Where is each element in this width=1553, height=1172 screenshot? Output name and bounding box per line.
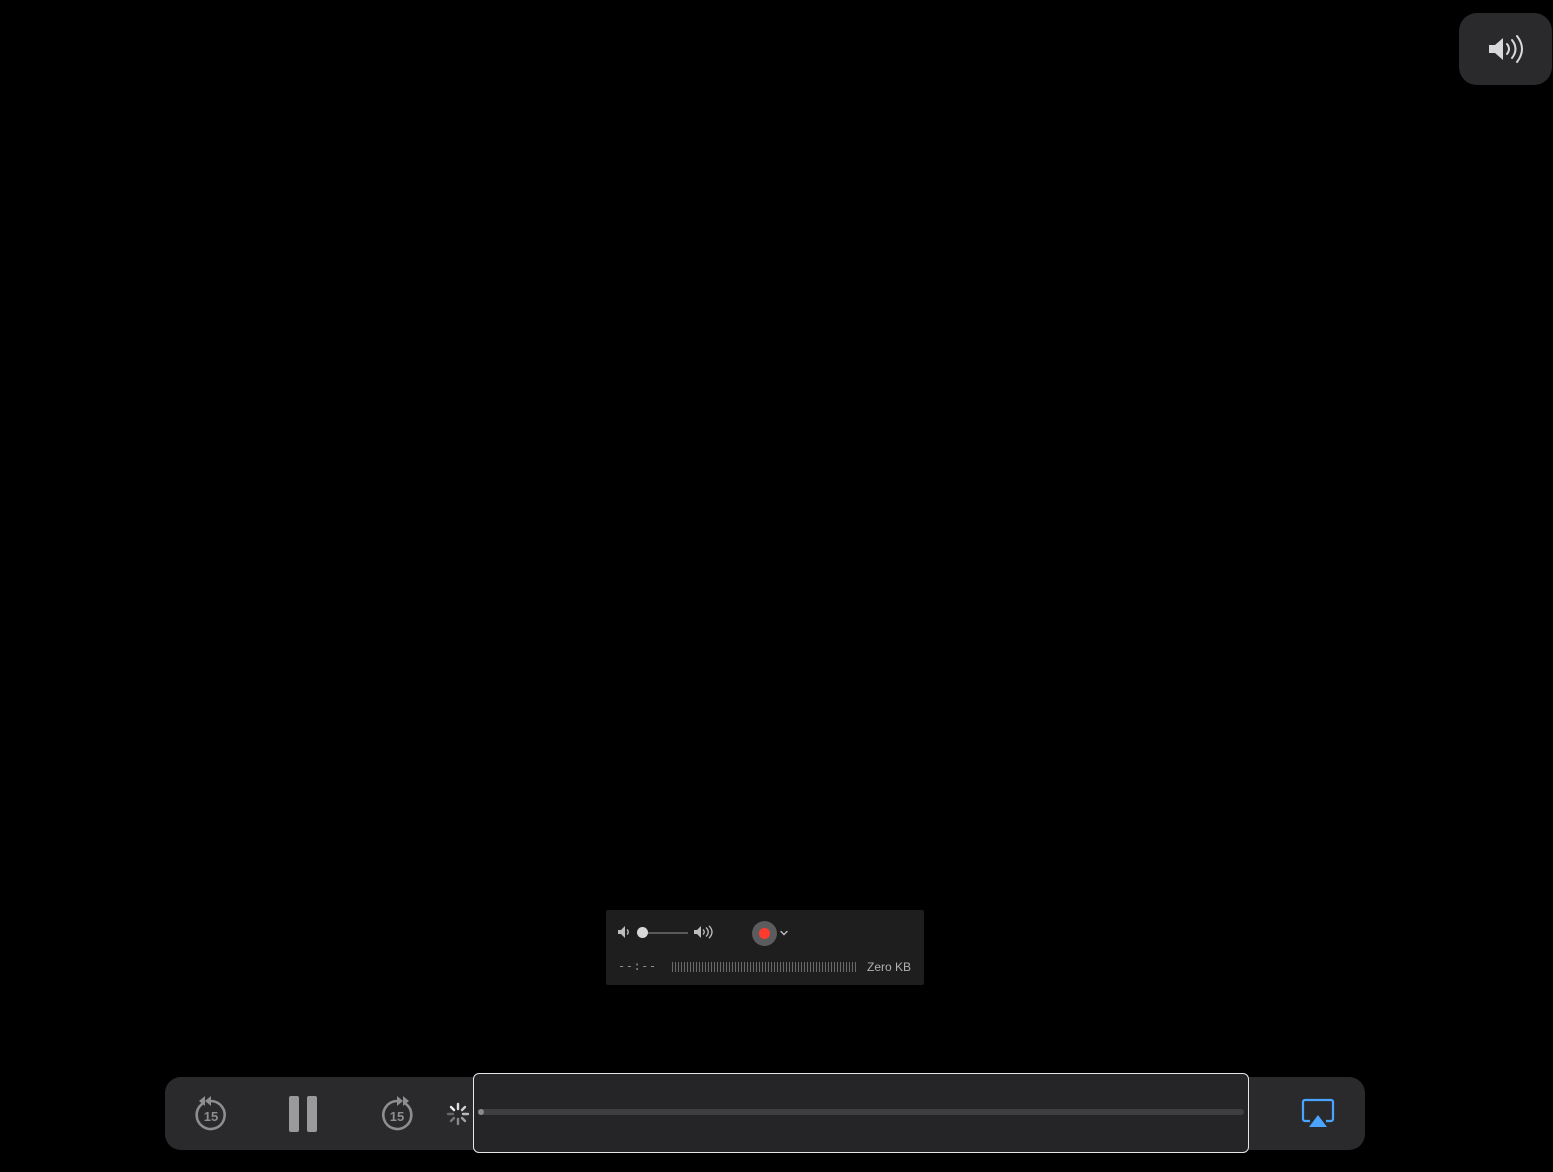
skip-forward-15-icon: 15 [382,1096,413,1131]
skip-forward-button[interactable]: 15 [379,1093,415,1133]
skip-back-label: 15 [204,1109,218,1124]
skip-back-15-icon: 15 [195,1096,226,1131]
airplay-icon [1301,1098,1335,1127]
record-button[interactable] [752,921,777,946]
pause-button[interactable] [285,1094,325,1134]
video-player-window: --:-- Zero KB 15 15 [0,0,1553,1172]
timeline-track[interactable] [478,1109,1244,1115]
loading-indicator [445,1101,471,1127]
volume-slider-knob[interactable] [637,927,648,938]
audio-level-meter [672,962,858,972]
elapsed-time: --:-- [618,959,657,973]
timeline-scrubber[interactable] [473,1073,1249,1153]
timeline-progress [478,1109,484,1115]
skip-back-button[interactable]: 15 [193,1093,229,1133]
loading-spinner-icon [446,1102,470,1126]
skip-forward-label: 15 [390,1109,404,1124]
file-size: Zero KB [867,960,912,974]
playback-controller: 15 15 [165,1073,1365,1153]
recording-panel: --:-- Zero KB [606,910,924,985]
record-icon [759,928,770,939]
speaker-high-icon[interactable] [693,925,716,939]
speaker-wave-icon [1488,35,1523,63]
airplay-button[interactable] [1301,1097,1335,1131]
speaker-low-icon[interactable] [617,925,632,939]
pause-icon [289,1096,317,1132]
volume-button[interactable] [1459,13,1552,85]
chevron-down-icon[interactable] [779,928,789,938]
